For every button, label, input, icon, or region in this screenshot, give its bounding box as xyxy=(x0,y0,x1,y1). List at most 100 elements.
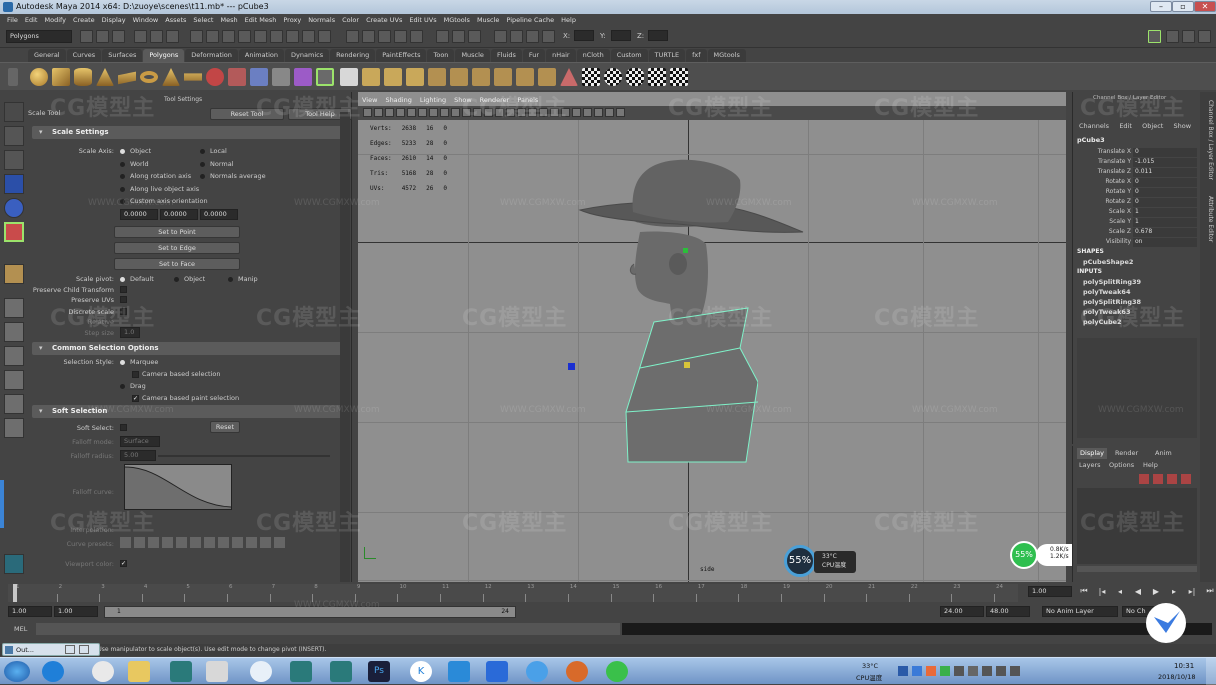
custom-axis-y-field[interactable]: 0.0000 xyxy=(160,209,198,220)
reset-tool-button[interactable]: Reset Tool xyxy=(210,108,284,120)
render-view-icon[interactable] xyxy=(494,30,507,43)
input-node[interactable]: polyTweak64 xyxy=(1083,288,1130,296)
camera-attributes-icon[interactable] xyxy=(374,108,383,117)
poly-cylinder-icon[interactable] xyxy=(74,68,92,86)
select-camera-icon[interactable] xyxy=(363,108,372,117)
bevel-icon[interactable] xyxy=(362,68,380,86)
history-2-icon[interactable] xyxy=(452,30,465,43)
layers-tab-display[interactable]: Display xyxy=(1077,448,1107,459)
set-to-face-button[interactable]: Set to Face xyxy=(114,258,240,270)
soft-selection-header[interactable]: Soft Selection xyxy=(32,405,344,418)
set-to-point-button[interactable]: Set to Point xyxy=(114,226,240,238)
safe-action-icon[interactable] xyxy=(462,108,471,117)
viewport-menu-panels[interactable]: Panels xyxy=(517,96,538,104)
shelf-menu-icon[interactable] xyxy=(8,68,18,86)
outliner-maximize-icon[interactable] xyxy=(79,645,89,654)
axis-normals-average-radio[interactable]: Normals average xyxy=(200,172,266,180)
pivot-manip-radio[interactable]: Manip xyxy=(228,275,258,283)
custom-axis-z-field[interactable]: 0.0000 xyxy=(200,209,238,220)
soft-select-reset-button[interactable]: Reset xyxy=(210,421,240,433)
pick-mask-9-icon[interactable] xyxy=(318,30,331,43)
hypershade-icon[interactable] xyxy=(4,554,24,574)
snap-curve-icon[interactable] xyxy=(362,30,375,43)
shadows-icon[interactable] xyxy=(539,108,548,117)
falloff-curve-graph[interactable] xyxy=(124,464,232,510)
shape-node[interactable]: pCubeShape2 xyxy=(1083,258,1133,266)
set-to-edge-button[interactable]: Set to Edge xyxy=(114,242,240,254)
gate-mask-icon[interactable] xyxy=(440,108,449,117)
mel-label[interactable]: MEL xyxy=(14,625,27,633)
wechat-icon[interactable] xyxy=(606,661,628,682)
menu-muscle[interactable]: Muscle xyxy=(477,16,500,24)
axis-normal-radio[interactable]: Normal xyxy=(200,160,234,168)
layers-tab-anim[interactable]: Anim xyxy=(1155,448,1172,459)
input-node[interactable]: polyCube2 xyxy=(1083,318,1122,326)
menu-create[interactable]: Create xyxy=(73,16,95,24)
viewport-menu-renderer[interactable]: Renderer xyxy=(480,96,510,104)
menu-mgtools[interactable]: MGtools xyxy=(444,16,470,24)
preset-7-icon[interactable] xyxy=(204,537,215,548)
smooth-shade-icon[interactable] xyxy=(495,108,504,117)
planar-map-icon[interactable] xyxy=(582,68,600,86)
axis-custom-radio[interactable]: Custom axis orientation xyxy=(120,197,208,205)
shelf-tab-nhair[interactable]: nHair xyxy=(546,48,576,62)
falloff-radius-field[interactable]: 5.00 xyxy=(120,450,156,461)
separate-icon[interactable] xyxy=(228,68,246,86)
viewport-menu-show[interactable]: Show xyxy=(454,96,472,104)
bridge-icon[interactable] xyxy=(316,68,334,86)
anim-layer-dropdown[interactable]: No Anim Layer xyxy=(1042,606,1118,617)
preset-9-icon[interactable] xyxy=(232,537,243,548)
layers-tab-render[interactable]: Render xyxy=(1115,448,1138,459)
cpu-widget[interactable]: 55% 33°C CPU温度 xyxy=(784,545,856,577)
new-layer-selected-icon[interactable] xyxy=(1153,474,1163,484)
minimize-button[interactable]: – xyxy=(1150,1,1172,12)
axis-live-object-radio[interactable]: Along live object axis xyxy=(120,185,199,193)
preset-5-icon[interactable] xyxy=(176,537,187,548)
object-name[interactable]: pCube3 xyxy=(1077,136,1105,144)
maximize-button[interactable]: ▫ xyxy=(1172,1,1194,12)
menu-assets[interactable]: Assets xyxy=(165,16,186,24)
z-input[interactable] xyxy=(648,30,668,41)
current-time-marker[interactable] xyxy=(13,584,17,602)
poly-torus-icon[interactable] xyxy=(140,71,158,83)
toggle-attribute-editor-icon[interactable] xyxy=(1198,30,1211,43)
history-3-icon[interactable] xyxy=(468,30,481,43)
layer-move-down-icon[interactable] xyxy=(1181,474,1191,484)
go-to-end-icon[interactable]: ⏭ xyxy=(1202,586,1216,596)
shelf-tab-curves[interactable]: Curves xyxy=(66,48,102,62)
poly-pipe-icon[interactable] xyxy=(184,73,202,81)
shelf-tab-surfaces[interactable]: Surfaces xyxy=(102,48,143,62)
qq-icon[interactable] xyxy=(526,661,548,682)
four-pane-icon[interactable] xyxy=(4,322,24,342)
move-tool-icon[interactable] xyxy=(4,174,24,194)
discrete-scale-checkbox[interactable] xyxy=(120,308,127,315)
grid-icon[interactable] xyxy=(407,108,416,117)
play-forward-icon[interactable]: ▶ xyxy=(1148,587,1164,596)
camera-based-paint-checkbox[interactable]: ✓ Camera based paint selection xyxy=(132,394,239,402)
preset-6-icon[interactable] xyxy=(190,537,201,548)
wire-on-shaded-icon[interactable] xyxy=(506,108,515,117)
menu-edit[interactable]: Edit xyxy=(25,16,38,24)
preset-11-icon[interactable] xyxy=(260,537,271,548)
motion-blur-icon[interactable] xyxy=(594,108,603,117)
paint-select-icon[interactable] xyxy=(4,150,24,170)
close-button[interactable]: ✕ xyxy=(1194,1,1216,12)
shelf-tab-general[interactable]: General xyxy=(28,48,66,62)
menu-set-dropdown[interactable]: Polygons xyxy=(6,30,72,43)
lasso-tool-icon[interactable] xyxy=(4,126,24,146)
shelf-tab-ncloth[interactable]: nCloth xyxy=(576,48,610,62)
go-to-start-icon[interactable]: ⏮ xyxy=(1076,586,1092,596)
current-frame-field[interactable]: 1.00 xyxy=(1028,586,1072,597)
ipr-render-icon[interactable] xyxy=(526,30,539,43)
menu-mesh[interactable]: Mesh xyxy=(220,16,237,24)
tool-settings-scrollbar[interactable] xyxy=(340,112,350,582)
poly-sphere-icon[interactable] xyxy=(30,68,48,86)
photoshop-icon[interactable]: Ps xyxy=(368,661,390,682)
render-settings-icon[interactable] xyxy=(542,30,555,43)
network-tray-icon[interactable] xyxy=(996,666,1006,676)
custom-axis-x-field[interactable]: 0.0000 xyxy=(120,209,158,220)
input-node[interactable]: polyTweak63 xyxy=(1083,308,1130,316)
channel-rotate-y[interactable]: Rotate Y0 xyxy=(1073,188,1201,198)
channel-translate-y[interactable]: Translate Y -1.015 xyxy=(1073,158,1201,168)
preset-8-icon[interactable] xyxy=(218,537,229,548)
